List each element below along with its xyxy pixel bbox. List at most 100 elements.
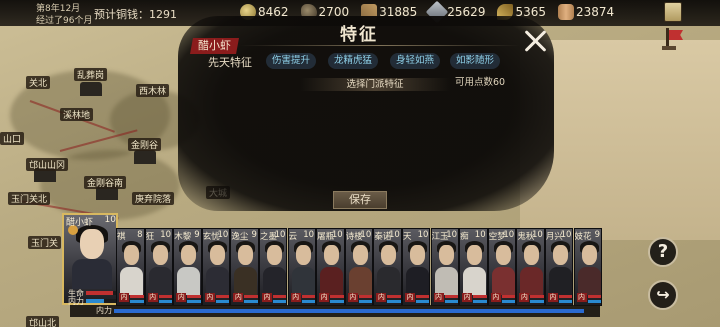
place-label[interactable]: 乱葬岗 <box>74 68 108 81</box>
mp-bar <box>530 300 544 303</box>
share-button[interactable]: ↪ <box>648 280 678 310</box>
hero-card[interactable]: 玄忧 10 内 <box>201 228 231 306</box>
hp-bar <box>358 295 373 298</box>
close-button[interactable] <box>522 28 548 54</box>
hero-level: 10 <box>446 230 458 240</box>
flag-icon[interactable] <box>662 28 684 50</box>
hp-bar <box>387 295 401 298</box>
hero-card[interactable]: 诗楼 10 内 <box>344 228 374 306</box>
mp-bar <box>301 300 316 303</box>
inner-power-badge: 内 <box>319 293 330 302</box>
place-label[interactable]: 玉门关北 <box>8 192 51 205</box>
place-label[interactable]: 庚弃院落 <box>132 192 175 205</box>
inner-power-badge: 内 <box>490 293 501 302</box>
sect-trait-selector[interactable]: 选择门派特征 <box>300 78 450 91</box>
team-inner-power-bar: 内力 <box>70 305 600 317</box>
mp-bar <box>130 300 144 303</box>
hp-bar <box>301 295 316 298</box>
hero-card[interactable]: 祺 8 内 <box>116 228 145 306</box>
place-label[interactable]: 溪林地 <box>60 108 94 121</box>
hero-card[interactable]: 逸尘 9 内 <box>230 228 259 306</box>
hero-card[interactable]: 云 10 内 <box>287 228 317 306</box>
elapsed-months: 经过了96个月 <box>36 16 93 26</box>
mp-bar <box>86 299 116 303</box>
mp-bar <box>330 300 344 303</box>
mp-bar <box>558 300 573 303</box>
inner-power-badge: 内 <box>547 293 558 302</box>
hero-name: 妓花 <box>574 232 592 242</box>
help-button[interactable]: ? <box>648 237 678 267</box>
hero-level: 10 <box>360 230 372 240</box>
trait-tag[interactable]: 龙精虎猛 <box>328 53 379 69</box>
hero-card[interactable]: 狂 10 内 <box>144 228 174 306</box>
hero-roster: 祺 8 内狂 10 内木黎 9 内玄忧 10 内逸尘 9 内之墨 10 内云 10 内屠瓶 10 内诗楼 10 内秦… <box>116 228 602 308</box>
inner-power-badge: 内 <box>404 293 415 302</box>
trait-tag[interactable]: 伤害提升 <box>266 53 317 69</box>
hero-card[interactable]: 月兴 10 内 <box>544 228 574 306</box>
hero-level: 10 <box>160 230 172 240</box>
inner-power-badge: 内 <box>176 293 187 302</box>
selected-hero-card[interactable]: 醋小虾 10 生命 内力 <box>62 213 118 306</box>
team-bar-label: 内力 <box>96 306 112 315</box>
hero-level: 10 <box>531 230 543 240</box>
scroll-icon[interactable] <box>664 2 682 22</box>
hero-card[interactable]: 秦诺 10 内 <box>373 228 402 306</box>
hero-level: 10 <box>274 230 286 240</box>
place-label[interactable]: 邙山山冈 <box>26 158 69 171</box>
hero-name: 狂 <box>145 232 155 242</box>
hero-level: 8 <box>137 230 143 240</box>
hero-card[interactable]: 痴 10 内 <box>459 228 488 306</box>
hp-bar <box>158 295 173 298</box>
log-icon <box>558 4 575 20</box>
expected-money: 预计铜钱：1291 <box>94 8 177 21</box>
hero-card[interactable]: 屠瓶 10 内 <box>316 228 345 306</box>
inner-power-badge: 内 <box>119 293 129 302</box>
hero-level: 10 <box>417 230 429 240</box>
mp-bar <box>415 300 430 303</box>
hero-name: 醋小虾 <box>66 218 94 228</box>
hero-card[interactable]: 天 10 内 <box>401 228 431 306</box>
hero-card[interactable]: 鬼秋 10 内 <box>516 228 545 306</box>
innate-traits-label: 先天特征 <box>208 56 252 69</box>
trait-tag[interactable]: 如影随形 <box>450 53 501 69</box>
mp-bar <box>244 300 258 303</box>
mp-bar <box>215 300 230 303</box>
hero-card[interactable]: 妓花 9 内 <box>573 228 602 306</box>
hero-card[interactable]: 空梦 10 内 <box>487 228 517 306</box>
available-points: 可用点数60 <box>455 77 506 88</box>
hero-card[interactable]: 江玉 10 内 <box>430 228 460 306</box>
title-divider <box>240 45 520 46</box>
inner-power-badge: 内 <box>462 293 473 302</box>
place-label[interactable]: 玉门关 <box>28 236 62 249</box>
place-label[interactable]: 西木林 <box>136 84 170 97</box>
mp-bar <box>158 300 173 303</box>
hero-level: 10 <box>217 230 229 240</box>
hero-level: 10 <box>331 230 343 240</box>
hp-bar <box>272 295 287 298</box>
hero-card[interactable]: 之墨 10 内 <box>258 228 288 306</box>
hp-bar <box>415 295 430 298</box>
mp-bar <box>187 300 201 303</box>
hp-bar <box>501 295 516 298</box>
place-label[interactable]: 邙山北 <box>26 316 60 327</box>
place-label[interactable]: 山口 <box>0 132 25 145</box>
place-label[interactable]: 金刚谷 <box>128 138 162 151</box>
mp-bar <box>387 300 401 303</box>
hp-bar <box>530 295 544 298</box>
hero-card[interactable]: 木黎 9 内 <box>173 228 202 306</box>
hero-name: 天 <box>402 232 412 242</box>
hp-bar <box>330 295 344 298</box>
place-label[interactable]: 金刚谷南 <box>84 176 127 189</box>
hero-name: 逸尘 <box>231 232 249 242</box>
mp-bar <box>501 300 516 303</box>
hp-bar <box>587 295 602 298</box>
place-label[interactable]: 关北 <box>26 76 51 89</box>
inner-power-badge: 内 <box>261 293 272 302</box>
trait-tag[interactable]: 身轻如燕 <box>390 53 441 69</box>
resource-log[interactable]: 23874 <box>558 4 614 20</box>
inner-power-badge: 内 <box>347 293 358 302</box>
save-button[interactable]: 保存 <box>333 191 387 209</box>
mp-bar <box>473 300 487 303</box>
inner-power-badge: 内 <box>233 293 244 302</box>
mp-bar <box>587 300 602 303</box>
